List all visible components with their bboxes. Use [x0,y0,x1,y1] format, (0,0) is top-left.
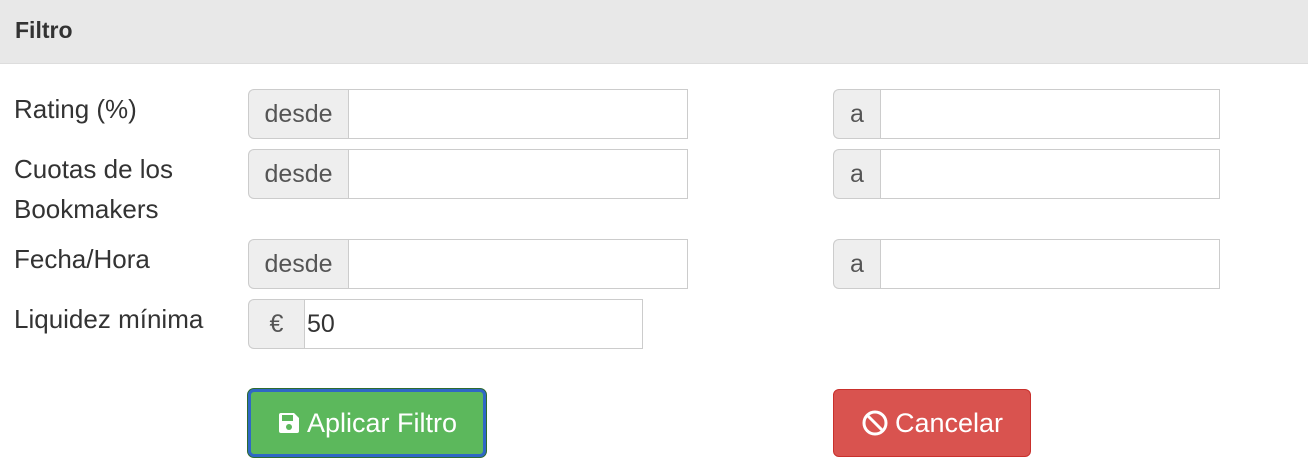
apply-filter-label: Aplicar Filtro [306,407,458,438]
liquidity-group: € [248,299,643,349]
odds-from-addon: desde [248,149,348,199]
odds-to-addon: a [833,149,880,199]
cancel-label: Cancelar [894,407,1004,438]
panel-header: Filtro [0,0,1308,64]
cancel-button[interactable]: Cancelar [833,389,1031,457]
datetime-to-input[interactable] [880,239,1220,289]
rating-to-addon: a [833,89,880,139]
odds-from-group: desde [248,149,688,199]
rating-from-group: desde [248,89,688,139]
datetime-from-group: desde [248,239,688,289]
liquidity-label: Liquidez mínima [14,304,204,334]
odds-to-input[interactable] [880,149,1220,199]
datetime-to-group: a [833,239,1220,289]
rating-to-group: a [833,89,1220,139]
rating-from-input[interactable] [348,89,688,139]
apply-filter-button[interactable]: Aplicar Filtro [248,389,486,457]
liquidity-input[interactable] [304,299,643,349]
odds-label: Cuotas de los Bookmakers [14,154,173,224]
euro-addon: € [248,299,304,349]
datetime-to-addon: a [833,239,880,289]
rating-from-addon: desde [248,89,348,139]
datetime-from-addon: desde [248,239,348,289]
odds-from-input[interactable] [348,149,688,199]
rating-to-input[interactable] [880,89,1220,139]
odds-to-group: a [833,149,1220,199]
panel-title: Filtro [15,17,73,43]
rating-label: Rating (%) [14,94,137,124]
ban-icon [862,410,888,436]
datetime-label: Fecha/Hora [14,244,150,274]
floppy-disk-icon [278,413,299,433]
datetime-from-input[interactable] [348,239,688,289]
